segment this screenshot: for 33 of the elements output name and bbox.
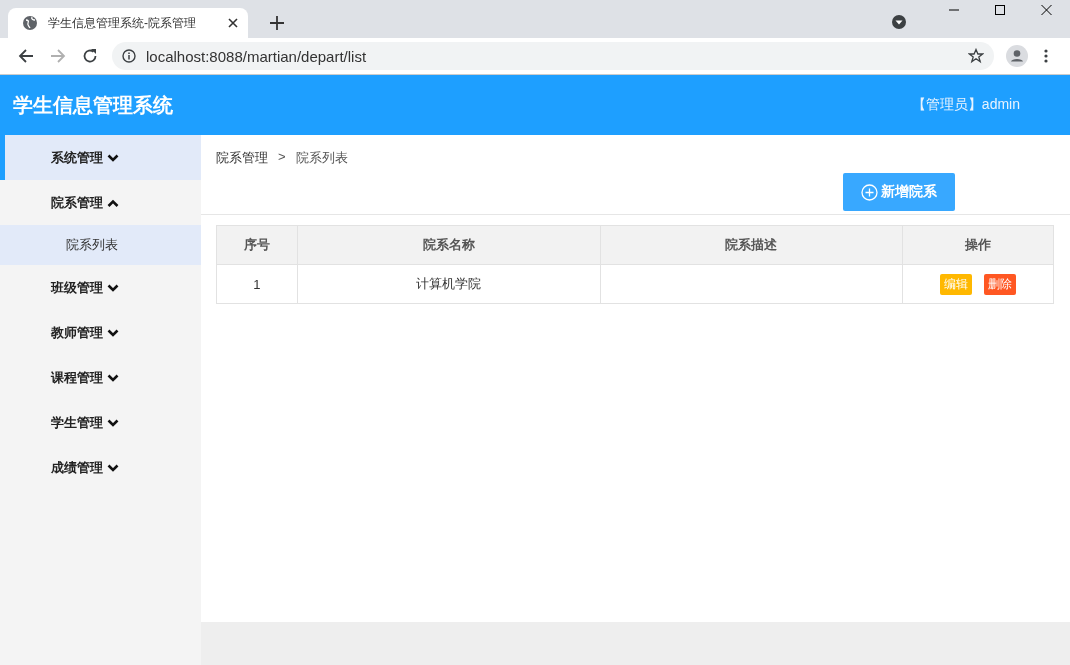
sidebar-item[interactable]: 班级管理 <box>0 265 201 310</box>
profile-icon[interactable] <box>1006 45 1028 67</box>
sidebar-item[interactable]: 系统管理 <box>0 135 201 180</box>
breadcrumb-link[interactable]: 院系管理 <box>216 149 268 167</box>
column-header: 序号 <box>216 225 298 265</box>
sidebar-item[interactable]: 成绩管理 <box>0 445 201 490</box>
plus-circle-icon <box>861 183 878 201</box>
new-tab-icon[interactable] <box>270 16 284 30</box>
globe-icon <box>22 15 38 31</box>
sidebar-subitem[interactable]: 院系列表 <box>0 225 201 265</box>
breadcrumb-link[interactable]: 院系列表 <box>295 149 348 167</box>
column-header: 操作 <box>902 225 1054 265</box>
menu-icon[interactable] <box>1044 49 1048 63</box>
close-icon[interactable] <box>228 18 238 28</box>
app-title: 学生信息管理系统 <box>13 92 173 118</box>
table-cell: 计算机学院 <box>297 264 601 304</box>
info-icon <box>122 49 136 63</box>
back-arrow-icon[interactable] <box>18 48 34 64</box>
star-icon[interactable] <box>968 48 984 64</box>
reload-icon[interactable] <box>82 48 98 64</box>
table-cell: 1 <box>216 264 298 304</box>
sidebar-item[interactable]: 院系管理 <box>0 180 201 225</box>
sidebar-item[interactable]: 课程管理 <box>0 355 201 400</box>
browser-tab[interactable]: 学生信息管理系统-院系管理 <box>8 8 248 38</box>
tab-title: 学生信息管理系统-院系管理 <box>48 14 197 32</box>
sidebar-item[interactable]: 学生管理 <box>0 400 201 445</box>
column-header: 院系名称 <box>297 225 601 265</box>
address-bar[interactable]: localhost:8088/martian/depart/list <box>112 42 994 70</box>
user-label: 【管理员】admin <box>911 96 1020 114</box>
breadcrumb-separator: > <box>278 149 286 166</box>
sidebar-item[interactable]: 教师管理 <box>0 310 201 355</box>
column-header: 院系描述 <box>600 225 902 265</box>
media-control-icon[interactable] <box>891 14 907 30</box>
